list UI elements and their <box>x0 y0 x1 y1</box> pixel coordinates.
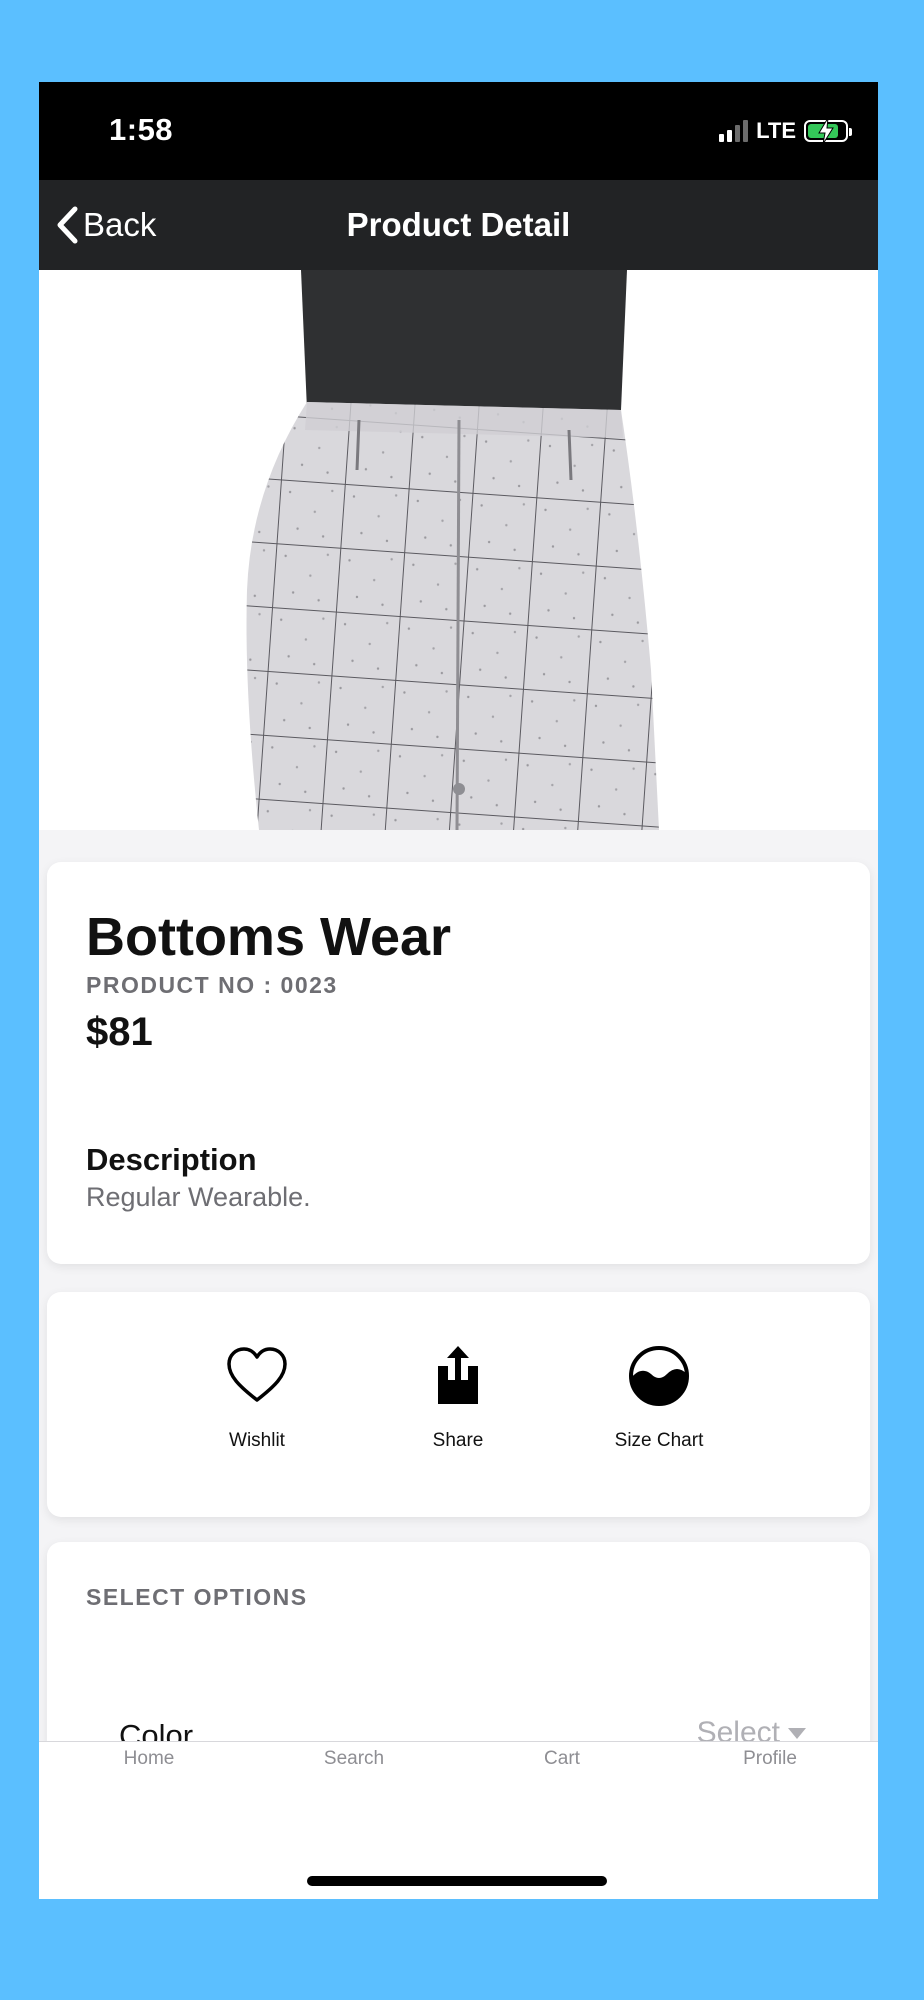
product-name: Bottoms Wear <box>86 907 452 967</box>
page-title: Product Detail <box>346 206 571 243</box>
share-button[interactable]: Share <box>358 1344 558 1452</box>
size-chart-icon <box>629 1346 689 1406</box>
home-indicator <box>307 1876 607 1886</box>
page-indicator-dot <box>453 783 465 795</box>
tab-search[interactable]: Search <box>284 1748 424 1770</box>
network-label: LTE <box>756 118 796 143</box>
share-icon <box>438 1346 478 1404</box>
status-bar: 1:58 LTE <box>39 82 878 180</box>
product-price: $81 <box>86 1010 153 1054</box>
product-photo <box>246 270 659 830</box>
description-text: Regular Wearable. <box>86 1182 311 1212</box>
battery-icon <box>804 118 852 144</box>
tab-profile[interactable]: Profile <box>700 1748 840 1770</box>
wishlist-label: Wishlit <box>229 1430 285 1451</box>
product-number: PRODUCT NO : 0023 <box>86 972 338 998</box>
product-info-card: Bottoms Wear PRODUCT NO : 0023 $81 Descr… <box>47 862 870 1264</box>
wishlist-button[interactable]: Wishlit <box>157 1344 357 1452</box>
signal-icon <box>719 120 749 142</box>
size-chart-button[interactable]: Size Chart <box>559 1344 759 1452</box>
size-chart-label: Size Chart <box>614 1430 704 1451</box>
description-heading: Description <box>86 1142 257 1177</box>
product-image[interactable] <box>39 270 878 830</box>
navigation-bar: Back Product Detail <box>39 180 878 270</box>
phone-screen: 1:58 LTE Back Product Detail Bottoms Wea… <box>39 82 878 1899</box>
share-label: Share <box>432 1430 484 1451</box>
status-time: 1:58 <box>109 112 174 147</box>
actions-card: Wishlit Share Size Chart <box>47 1292 870 1517</box>
heart-icon <box>227 1347 287 1402</box>
tab-cart[interactable]: Cart <box>492 1748 632 1770</box>
tab-home[interactable]: Home <box>79 1748 219 1770</box>
options-heading: SELECT OPTIONS <box>86 1584 308 1610</box>
status-indicators: LTE <box>719 118 852 144</box>
caret-down-icon <box>788 1727 806 1739</box>
